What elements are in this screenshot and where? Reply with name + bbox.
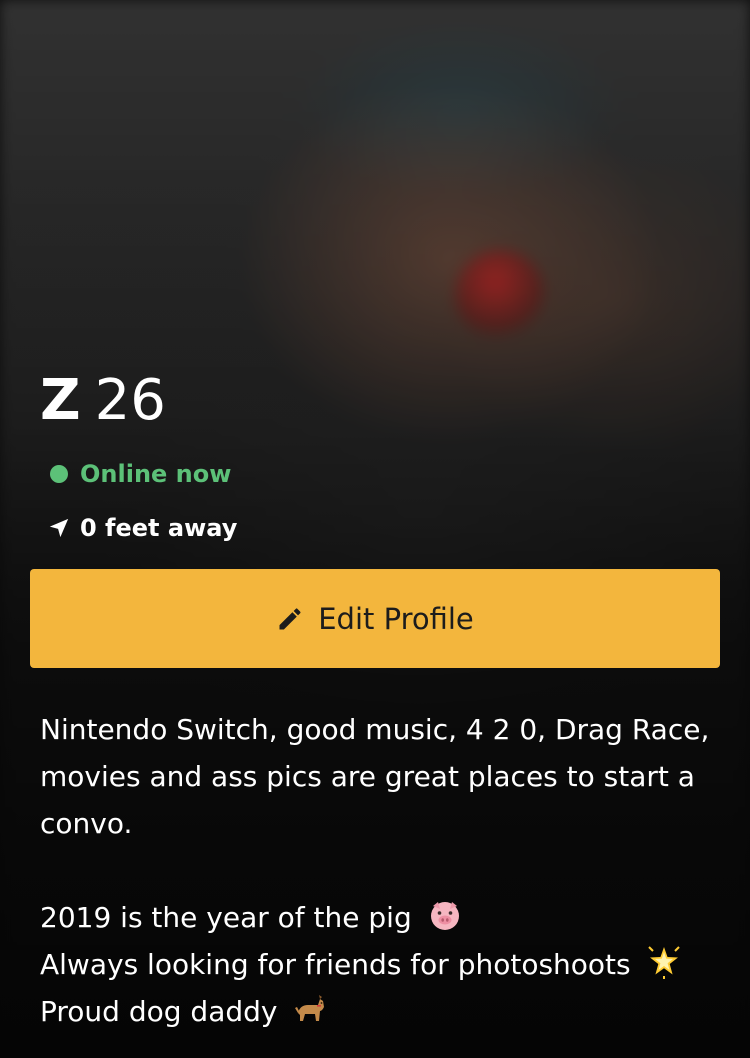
bio-spacer [40, 847, 720, 894]
pencil-icon [279, 607, 301, 629]
online-dot-icon [50, 465, 68, 483]
distance-label: 0 feet away [80, 514, 238, 542]
online-status: Online now [50, 458, 231, 490]
profile-name-age: Z 26 [40, 368, 166, 434]
bio-line-3: Proud dog daddy [40, 988, 720, 1035]
profile-screen: Z 26 Online now 0 feet away Edit Profile … [0, 0, 750, 1058]
bio-line-3-text: Proud dog daddy [40, 995, 278, 1028]
edit-profile-button[interactable]: Edit Profile [30, 569, 720, 668]
pig-face-emoji-icon [430, 902, 459, 930]
dog-emoji-icon [295, 995, 325, 1021]
online-status-label: Online now [80, 460, 232, 488]
location-arrow-icon [49, 518, 69, 538]
distance-info: 0 feet away [48, 512, 237, 544]
bio-paragraph: Nintendo Switch, good music, 4 2 0, Drag… [40, 713, 710, 840]
bio-line-2: Always looking for friends for photoshoo… [40, 941, 720, 988]
profile-bio: Nintendo Switch, good music, 4 2 0, Drag… [40, 706, 720, 1035]
profile-content: Z 26 Online now 0 feet away Edit Profile … [0, 0, 750, 1058]
edit-profile-label: Edit Profile [318, 601, 474, 636]
profile-name: Z [40, 368, 81, 433]
bio-line-1-text: 2019 is the year of the pig [40, 901, 412, 934]
glowing-star-emoji-icon [647, 946, 680, 979]
profile-age: 26 [94, 368, 166, 433]
bio-line-1: 2019 is the year of the pig [40, 894, 720, 941]
bio-line-2-text: Always looking for friends for photoshoo… [40, 948, 631, 981]
